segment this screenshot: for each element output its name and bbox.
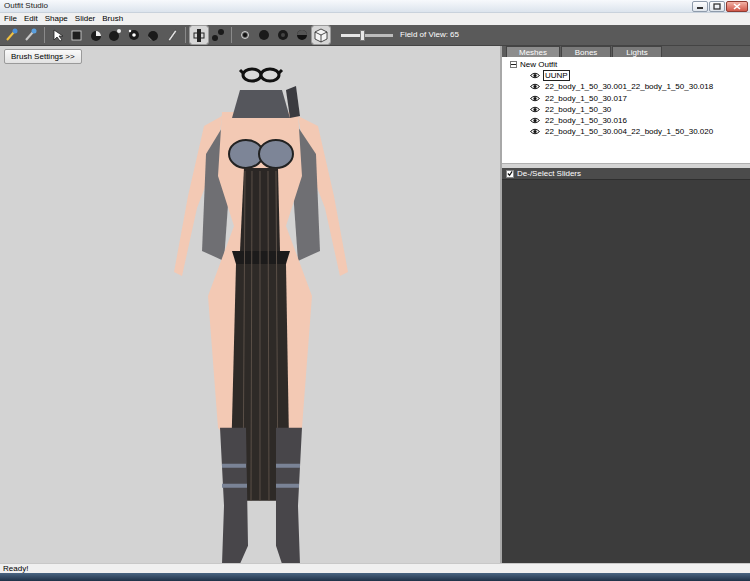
tool-button[interactable]: [293, 26, 311, 44]
brush-settings-button[interactable]: Brush Settings >>: [4, 49, 82, 64]
menu-item[interactable]: Brush: [102, 14, 123, 23]
workspace: Brush Settings >>MeshesBonesLightsNew Ou…: [0, 46, 750, 563]
tool-icon: [164, 27, 180, 43]
tool-icon: [210, 27, 226, 43]
outfit-model[interactable]: [0, 46, 500, 563]
title-bar: Outfit Studio: [0, 0, 750, 13]
fov-fill: [341, 34, 362, 37]
tool-icon: [191, 27, 207, 43]
tree-item[interactable]: 22_body_1_50_30.004_22_body_1_50_30.020: [510, 126, 748, 137]
eye-icon[interactable]: [530, 106, 540, 113]
tool-button[interactable]: [144, 26, 162, 44]
maximize-icon: [713, 3, 721, 10]
sliders-checkbox[interactable]: [506, 170, 514, 178]
tool-icon: [275, 27, 291, 43]
sliders-label[interactable]: De-/Select Sliders: [517, 169, 581, 178]
tool-button[interactable]: [125, 26, 143, 44]
panel-tabs: MeshesBonesLights: [502, 46, 750, 57]
tool-button[interactable]: [3, 26, 21, 44]
fov-slider[interactable]: [341, 34, 393, 37]
tree-item-label[interactable]: 22_body_1_50_30.004_22_body_1_50_30.020: [543, 126, 715, 137]
menu-item[interactable]: File: [4, 14, 17, 23]
status-text: Ready!: [3, 564, 28, 573]
eye-icon[interactable]: [530, 72, 540, 79]
menu-item[interactable]: Slider: [75, 14, 95, 23]
tree-item[interactable]: UUNP: [510, 70, 748, 81]
panel-tab[interactable]: Meshes: [506, 46, 560, 57]
tree-item-label[interactable]: 22_body_1_50_30.016: [543, 115, 629, 126]
toolbar-separator: [185, 27, 186, 43]
tree-root-label: New Outfit: [520, 60, 557, 69]
menu-item[interactable]: Edit: [24, 14, 38, 23]
viewport[interactable]: Brush Settings >>: [0, 46, 500, 563]
tool-icon: [313, 27, 329, 43]
panel-tab[interactable]: Lights: [612, 46, 662, 57]
tool-button[interactable]: [68, 26, 86, 44]
mesh-tree: New OutfitUUNP22_body_1_50_30.001_22_bod…: [502, 57, 750, 163]
minimize-icon: [696, 3, 704, 9]
tool-icon: [126, 27, 142, 43]
tool-button[interactable]: [163, 26, 181, 44]
tree-item-label[interactable]: 22_body_1_50_30.001_22_body_1_50_30.018: [543, 81, 715, 92]
menu-bar: File Edit Shape Slider Brush: [0, 13, 750, 25]
side-panel: MeshesBonesLightsNew OutfitUUNP22_body_1…: [502, 46, 750, 563]
window-title: Outfit Studio: [4, 1, 691, 10]
tree-item-label[interactable]: UUNP: [543, 70, 570, 81]
maximize-button[interactable]: [709, 1, 725, 12]
tool-button[interactable]: [87, 26, 105, 44]
tree-item-label[interactable]: 22_body_1_50_30: [543, 104, 613, 115]
toolbar-separator: [231, 27, 232, 43]
tool-button[interactable]: [209, 26, 227, 44]
status-bar: Ready!: [0, 563, 750, 573]
fov-thumb[interactable]: [360, 30, 365, 41]
tool-button[interactable]: [190, 26, 208, 44]
tool-icon: [69, 27, 85, 43]
menu-item[interactable]: Shape: [45, 14, 68, 23]
toolbar-separator: [44, 27, 45, 43]
tool-icon: [23, 27, 39, 43]
tree-item[interactable]: 22_body_1_50_30.001_22_body_1_50_30.018: [510, 81, 748, 92]
check-icon: [507, 170, 513, 177]
tool-icon: [256, 27, 272, 43]
close-icon: [733, 3, 741, 10]
fov-label: Field of View: 65: [400, 30, 459, 39]
eye-icon[interactable]: [530, 95, 540, 102]
tree-item[interactable]: 22_body_1_50_30: [510, 104, 748, 115]
tool-icon: [294, 27, 310, 43]
tool-icon: [237, 27, 253, 43]
tool-button[interactable]: [49, 26, 67, 44]
tree-root[interactable]: New Outfit: [510, 59, 748, 70]
tool-button[interactable]: [22, 26, 40, 44]
tool-button[interactable]: [255, 26, 273, 44]
minimize-button[interactable]: [692, 1, 708, 12]
close-button[interactable]: [726, 1, 748, 12]
tool-button[interactable]: [106, 26, 124, 44]
tool-button[interactable]: [312, 26, 330, 44]
tool-icon: [145, 27, 161, 43]
toolbar: Field of View: 65: [0, 25, 750, 46]
eye-icon[interactable]: [530, 117, 540, 124]
panel-tab[interactable]: Bones: [561, 46, 611, 57]
tool-icon: [88, 27, 104, 43]
eye-icon[interactable]: [530, 128, 540, 135]
tool-icon: [107, 27, 123, 43]
tool-icon: [50, 27, 66, 43]
eye-icon[interactable]: [530, 83, 540, 90]
taskbar: [0, 573, 750, 581]
collapse-icon: [511, 62, 516, 67]
sliders-panel: De-/Select Sliders: [502, 168, 750, 563]
sliders-header: De-/Select Sliders: [502, 168, 750, 180]
tool-button[interactable]: [274, 26, 292, 44]
tree-item[interactable]: 22_body_1_50_30.017: [510, 93, 748, 104]
tool-icon: [4, 27, 20, 43]
tool-button[interactable]: [236, 26, 254, 44]
tree-item-label[interactable]: 22_body_1_50_30.017: [543, 93, 629, 104]
expander-icon[interactable]: [510, 61, 517, 68]
tree-item[interactable]: 22_body_1_50_30.016: [510, 115, 748, 126]
